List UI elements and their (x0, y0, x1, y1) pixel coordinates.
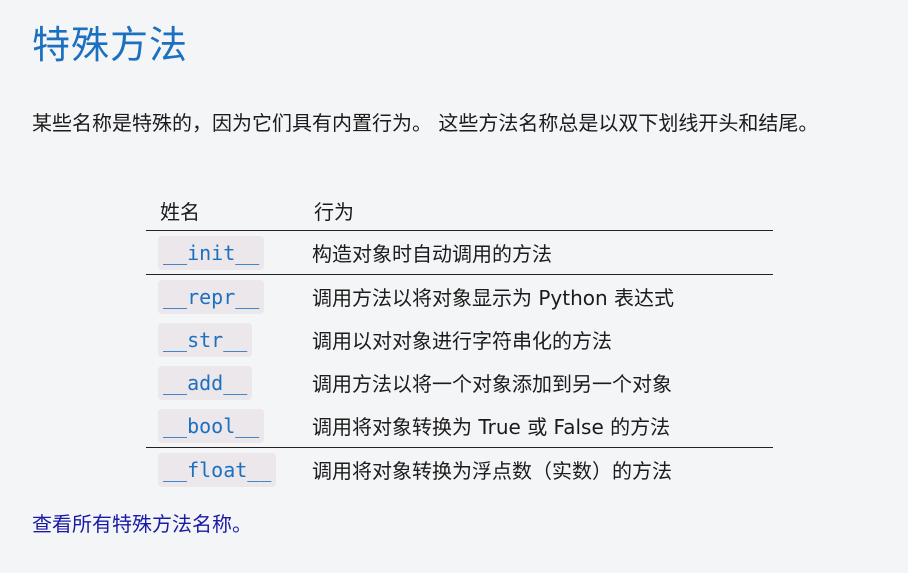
method-behavior: 调用方法以将对象显示为 Python 表达式 (312, 286, 675, 310)
table-row: __float__ 调用将对象转换为浮点数（实数）的方法 (146, 448, 773, 492)
method-behavior: 调用方法以将一个对象添加到另一个对象 (312, 372, 672, 396)
table-header-row: 姓名 行为 (146, 190, 773, 231)
method-behavior: 调用将对象转换为 True 或 False 的方法 (300, 404, 773, 448)
method-behavior: 调用将对象转换为浮点数（实数）的方法 (312, 459, 672, 483)
table-row: __repr__ 调用方法以将对象显示为 Python 表达式 (146, 275, 773, 319)
special-methods-table: 姓名 行为 __init__ 构造对象时自动调用的方法 __repr__ 调用方… (146, 190, 773, 491)
method-behavior: 调用以对对象进行字符串化的方法 (312, 329, 612, 353)
all-special-methods-link[interactable]: 查看所有特殊方法名称。 (32, 508, 252, 537)
method-name: __float__ (158, 452, 277, 487)
page-title: 特殊方法 (32, 23, 189, 67)
table-row: __bool__ 调用将对象转换为 True 或 False 的方法 (146, 404, 773, 448)
method-name: __init__ (158, 235, 265, 270)
method-name: __add__ (158, 365, 253, 400)
intro-paragraph: 某些名称是特殊的，因为它们具有内置行为。 这些方法名称总是以双下划线开头和结尾。 (32, 111, 819, 135)
header-name: 姓名 (146, 190, 300, 231)
method-behavior: 构造对象时自动调用的方法 (300, 230, 773, 275)
table-row: __str__ 调用以对对象进行字符串化的方法 (146, 318, 773, 361)
header-behavior: 行为 (300, 190, 773, 231)
method-name: __bool__ (158, 408, 265, 443)
method-name: __repr__ (158, 279, 265, 314)
table-row: __init__ 构造对象时自动调用的方法 (146, 230, 773, 275)
table-row: __add__ 调用方法以将一个对象添加到另一个对象 (146, 361, 773, 404)
method-name: __str__ (158, 322, 253, 357)
